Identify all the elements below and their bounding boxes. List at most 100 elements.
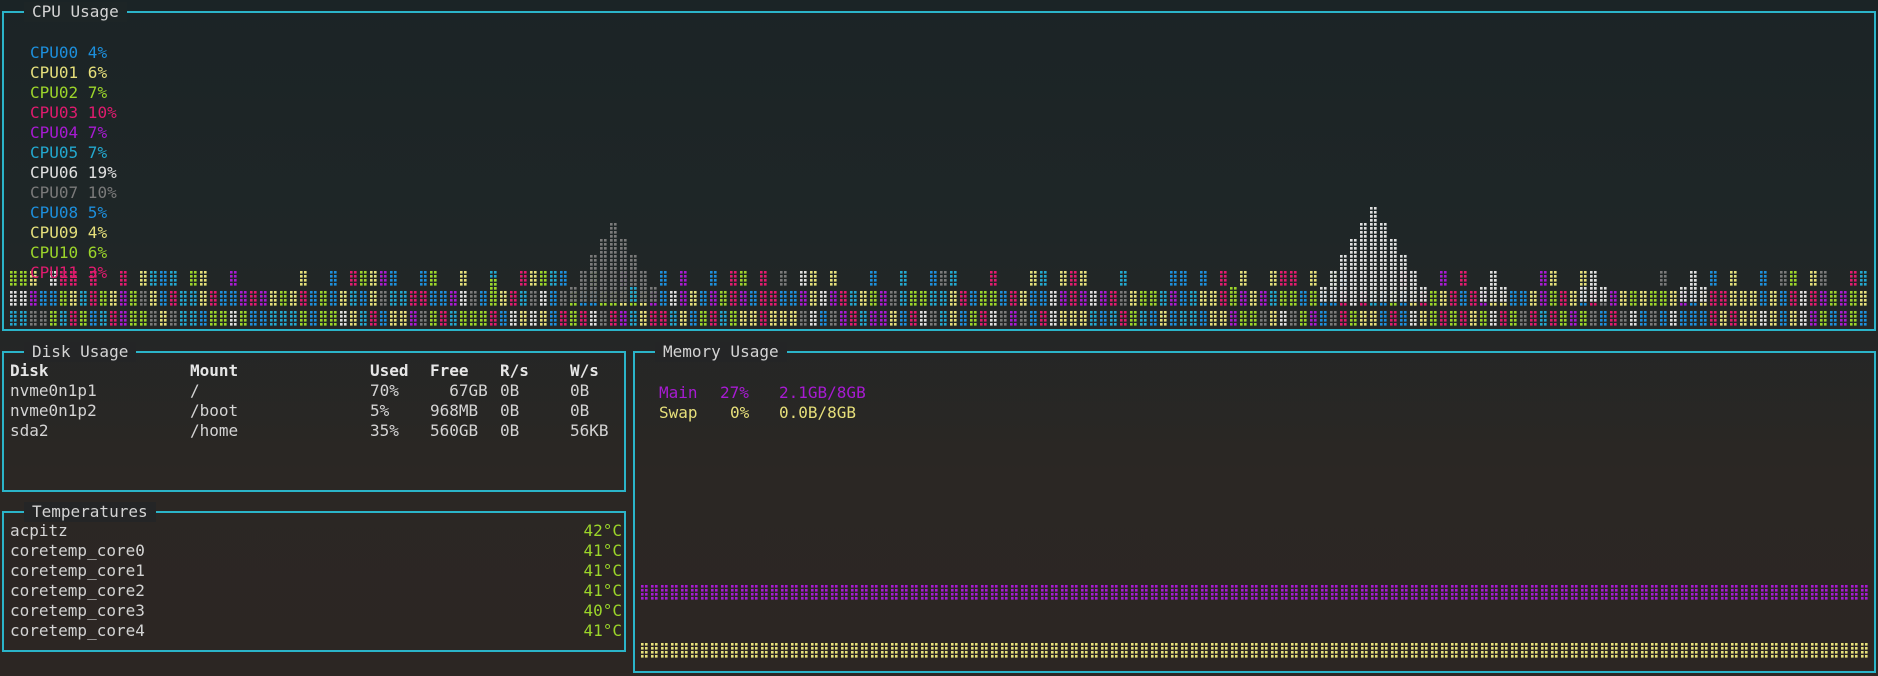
disk-read: 0B <box>500 381 520 400</box>
header-mount: Mount <box>190 361 239 380</box>
cpu-graph-cell <box>1760 291 1767 306</box>
memory-swap-cell <box>1301 643 1308 658</box>
memory-main-cell <box>1841 585 1848 600</box>
memory-main-cell <box>741 585 748 600</box>
cpu-graph-cell <box>340 311 347 326</box>
memory-main-cell <box>911 585 918 600</box>
sensor-name: coretemp_core0 <box>10 541 145 560</box>
cpu-graph-cell <box>1840 311 1847 326</box>
cpu-legend-item: CPU04 7% <box>30 123 117 143</box>
cpu-graph-cell <box>1340 255 1347 270</box>
cpu-legend-item: CPU11 3% <box>30 263 117 283</box>
cpu-percent: 7% <box>78 83 108 102</box>
memory-main-cell <box>1801 585 1808 600</box>
memory-swap-cell <box>721 643 728 658</box>
memory-main-cell <box>1181 585 1188 600</box>
cpu-graph-cell <box>1110 311 1117 326</box>
memory-swap-cell <box>701 643 708 658</box>
cpu-graph-cell <box>760 271 767 286</box>
memory-swap-cell <box>1241 643 1248 658</box>
memory-main-cell <box>691 585 698 600</box>
sensor-name: coretemp_core2 <box>10 581 145 600</box>
cpu-legend-item: CPU08 5% <box>30 203 117 223</box>
memory-main-cell <box>1731 585 1738 600</box>
memory-swap-cell <box>1071 643 1078 658</box>
memory-swap-cell <box>641 643 648 658</box>
memory-main-cell <box>651 585 658 600</box>
cpu-graph-cell <box>280 291 287 306</box>
memory-main-row: Main 27% 2.1GB/8GB <box>659 383 866 403</box>
memory-main-cell <box>1021 585 1028 600</box>
memory-main-cell <box>931 585 938 600</box>
cpu-graph-cell <box>1550 291 1557 306</box>
cpu-percent: 6% <box>78 243 108 262</box>
memory-main-cell <box>1521 585 1528 600</box>
cpu-graph-cell <box>1490 311 1497 326</box>
memory-main-cell <box>811 585 818 600</box>
memory-swap-cell <box>1741 643 1748 658</box>
cpu-graph-cell <box>430 291 437 306</box>
memory-swap-cell <box>1011 643 1018 658</box>
cpu-graph-cell <box>1610 311 1617 326</box>
memory-swap-cell <box>1811 643 1818 658</box>
cpu-graph-cell <box>660 291 667 306</box>
memory-main-cell <box>1201 585 1208 600</box>
cpu-graph-cell <box>740 271 747 286</box>
cpu-graph-cell <box>1210 291 1217 306</box>
cpu-graph-cell <box>1100 291 1107 306</box>
cpu-graph-cell <box>1350 239 1357 254</box>
cpu-graph-cell <box>390 271 397 286</box>
memory-main-cell <box>881 585 888 600</box>
cpu-label: CPU06 <box>30 163 79 182</box>
cpu-graph-cell <box>550 271 557 286</box>
cpu-graph-cell <box>1470 291 1477 306</box>
cpu-graph-cell <box>1810 311 1817 326</box>
cpu-graph-cell <box>1160 311 1167 326</box>
cpu-graph-cell <box>610 311 617 326</box>
cpu-graph-cell <box>950 291 957 306</box>
cpu-graph-cell <box>290 291 297 306</box>
cpu-graph-cell <box>670 291 677 306</box>
cpu-graph-cell <box>1170 271 1177 286</box>
memory-main-cell <box>1861 585 1868 600</box>
memory-swap-cell <box>991 643 998 658</box>
cpu-graph-cell <box>1340 311 1347 326</box>
memory-swap-cell <box>811 643 818 658</box>
cpu-graph-cell <box>880 291 887 306</box>
cpu-graph-cell <box>960 311 967 326</box>
memory-main-amount: 2.1GB/8GB <box>779 383 866 402</box>
memory-swap-cell <box>1631 643 1638 658</box>
cpu-graph-cell <box>1050 311 1057 326</box>
cpu-label: CPU04 <box>30 123 79 142</box>
cpu-percent: 4% <box>78 43 108 62</box>
memory-main-cell <box>971 585 978 600</box>
cpu-graph-cell <box>1020 291 1027 306</box>
memory-swap-cell <box>1541 643 1548 658</box>
memory-main-cell <box>1381 585 1388 600</box>
cpu-graph-cell <box>960 291 967 306</box>
cpu-label: CPU03 <box>30 103 79 122</box>
cpu-label: CPU01 <box>30 63 79 82</box>
cpu-graph-cell <box>470 291 477 306</box>
cpu-graph-cell <box>150 291 157 306</box>
memory-swap-cell <box>1101 643 1108 658</box>
cpu-graph-cell <box>810 311 817 326</box>
cpu-graph-cell <box>1370 207 1377 222</box>
cpu-graph-cell <box>1150 311 1157 326</box>
cpu-graph-cell <box>1510 291 1517 306</box>
cpu-legend-item: CPU09 4% <box>30 223 117 243</box>
cpu-graph-cell <box>630 255 637 270</box>
cpu-usage-graph <box>10 207 1867 326</box>
cpu-graph-cell <box>710 291 717 306</box>
memory-swap-cell <box>681 643 688 658</box>
cpu-graph-cell <box>500 291 507 306</box>
cpu-graph-cell <box>1230 311 1237 326</box>
memory-swap-cell <box>1721 643 1728 658</box>
cpu-graph-cell <box>310 311 317 326</box>
cpu-graph-cell <box>690 291 697 306</box>
memory-swap-cell <box>1451 643 1458 658</box>
cpu-legend-item: CPU03 10% <box>30 103 117 123</box>
memory-swap-cell <box>1021 643 1028 658</box>
cpu-graph-cell <box>1290 291 1297 306</box>
cpu-graph-cell <box>1250 291 1257 306</box>
